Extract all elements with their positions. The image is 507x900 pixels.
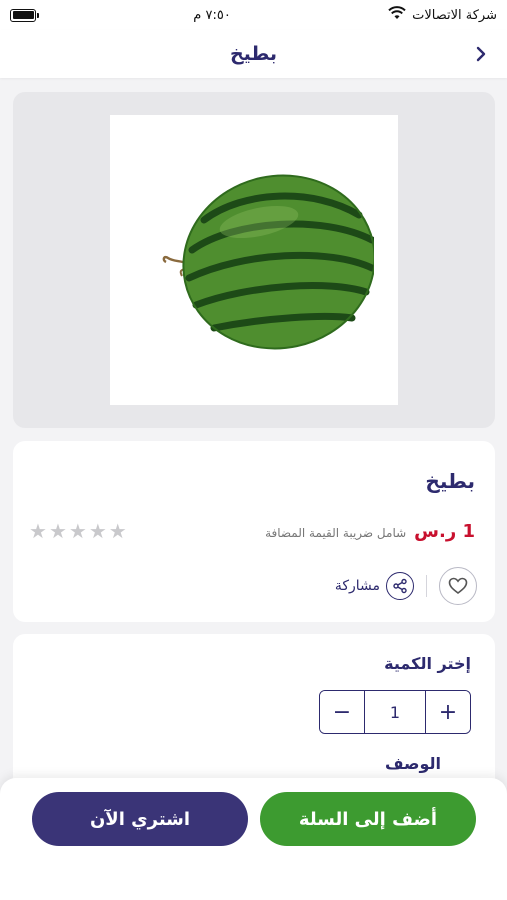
product-image[interactable]	[110, 115, 398, 405]
nav-bar: بطيخ	[0, 30, 507, 78]
quantity-value[interactable]: 1	[364, 691, 426, 733]
quantity-stepper: − 1 +	[319, 690, 471, 734]
price-row: 1 ر.س شامل ضريبة القيمة المضافة	[265, 521, 475, 542]
bottom-action-bar: اشتري الآن أضف إلى السلة	[0, 778, 507, 900]
star-icon: ★	[48, 519, 67, 543]
share-icon	[386, 572, 414, 600]
divider	[426, 575, 427, 597]
share-button[interactable]: مشاركة	[335, 572, 414, 600]
star-icon: ★	[88, 519, 107, 543]
favorite-button[interactable]	[439, 567, 477, 605]
decrease-button[interactable]: −	[320, 691, 364, 733]
product-info-card: بطيخ 1 ر.س شامل ضريبة القيمة المضافة ★ ★…	[13, 441, 495, 622]
product-actions: مشاركة	[335, 567, 477, 605]
wifi-icon	[388, 6, 406, 24]
add-to-cart-button[interactable]: أضف إلى السلة	[260, 792, 476, 846]
vat-note: شامل ضريبة القيمة المضافة	[265, 526, 407, 540]
battery-icon	[10, 8, 39, 22]
status-time: ٧:٥٠ م	[193, 7, 231, 23]
star-icon: ★	[68, 519, 87, 543]
status-bar: ٧:٥٠ م شركة الاتصالات	[0, 0, 507, 30]
buy-now-button[interactable]: اشتري الآن	[32, 792, 248, 846]
product-name: بطيخ	[425, 469, 475, 493]
rating-stars[interactable]: ★ ★ ★ ★ ★	[29, 521, 127, 541]
heart-icon	[448, 577, 468, 595]
share-label: مشاركة	[334, 578, 380, 594]
chevron-right-icon	[476, 46, 486, 62]
carrier-name: شركة الاتصالات	[412, 7, 497, 23]
back-button[interactable]	[469, 42, 493, 66]
product-image-card	[13, 92, 495, 428]
quantity-card: إختر الكمية − 1 + الوصف	[13, 634, 495, 794]
watermelon-image	[162, 174, 374, 350]
increase-button[interactable]: +	[426, 691, 470, 733]
page-title: بطيخ	[229, 43, 278, 65]
description-title: الوصف	[384, 754, 441, 773]
carrier-group: شركة الاتصالات	[388, 6, 497, 24]
star-icon: ★	[108, 519, 127, 543]
star-icon: ★	[29, 519, 47, 543]
product-price: 1 ر.س	[414, 521, 475, 542]
quantity-title: إختر الكمية	[384, 654, 471, 673]
